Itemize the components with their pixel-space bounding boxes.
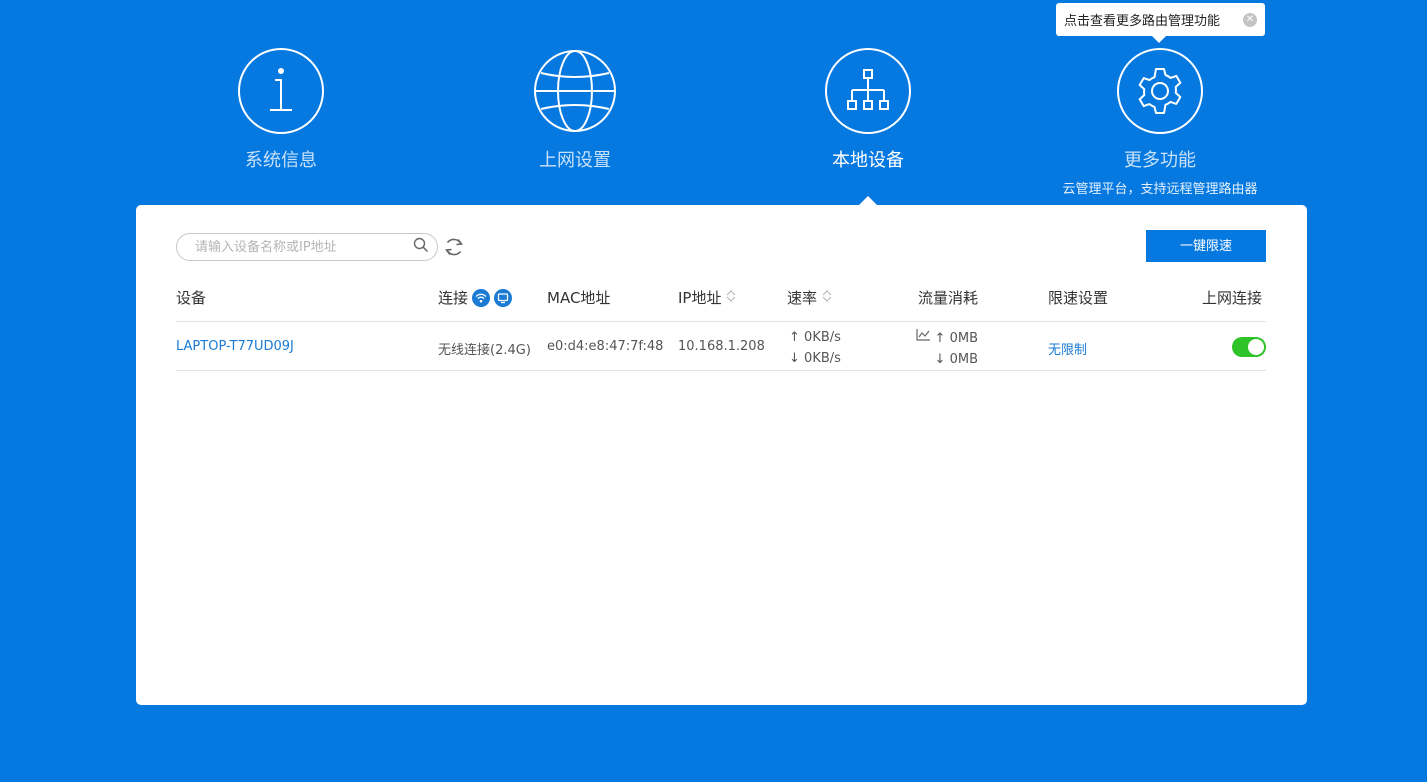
nav-internet-settings[interactable]: 上网设置 — [455, 48, 695, 172]
upload-arrow-icon: ↑ — [789, 330, 800, 345]
header-device: 设备 — [176, 289, 207, 307]
nav-label: 本地设备 — [832, 150, 904, 171]
traffic-down: 0MB — [949, 352, 978, 367]
nav-label: 更多功能 — [1124, 150, 1196, 171]
sort-icon[interactable] — [821, 288, 833, 308]
download-arrow-icon: ↓ — [789, 351, 800, 366]
header-traffic: 流量消耗 — [918, 289, 979, 307]
nav-label: 系统信息 — [245, 150, 317, 171]
rate-cell: ↑ 0KB/s ↓ 0KB/s — [789, 327, 841, 369]
rate-down: 0KB/s — [804, 351, 841, 366]
nav-system-info[interactable]: 系统信息 — [161, 48, 401, 172]
online-toggle[interactable] — [1232, 337, 1266, 357]
globe-icon — [532, 48, 618, 134]
wifi-filter-icon[interactable] — [472, 288, 491, 307]
close-circle-icon[interactable]: ✕ — [1243, 12, 1257, 27]
search-input[interactable] — [193, 238, 413, 256]
search-icon[interactable] — [413, 237, 429, 257]
sort-icon[interactable] — [725, 288, 737, 308]
refresh-icon[interactable] — [443, 236, 465, 258]
nav-local-devices[interactable]: 本地设备 — [748, 48, 988, 172]
download-arrow-icon: ↓ — [934, 352, 946, 367]
device-list-panel: 一键限速 设备 连接 MAC地址 IP地址 — [136, 205, 1307, 705]
more-features-tooltip: 点击查看更多路由管理功能 ✕ — [1056, 3, 1265, 43]
info-icon — [238, 48, 324, 134]
header-online: 上网连接 — [1202, 289, 1263, 307]
nav-sub-label: 云管理平台，支持远程管理路由器 — [1062, 182, 1258, 197]
connection-type: 无线连接(2.4G) — [438, 343, 531, 358]
mac-address: e0:d4:e8:47:7f:48 — [547, 339, 664, 354]
header-divider — [176, 321, 1266, 322]
traffic-cell: ↑ 0MB ↓ 0MB — [916, 327, 978, 370]
one-click-limit-button[interactable]: 一键限速 — [1146, 230, 1266, 262]
network-topology-icon — [825, 48, 911, 134]
nav-more-features[interactable]: 更多功能 云管理平台，支持远程管理路由器 — [1040, 48, 1280, 197]
header-ip[interactable]: IP地址 — [678, 287, 737, 308]
upload-arrow-icon: ↑ — [934, 331, 946, 346]
wired-filter-icon[interactable] — [494, 288, 513, 307]
rate-up: 0KB/s — [804, 330, 841, 345]
search-box — [176, 233, 438, 261]
gear-icon — [1117, 48, 1203, 134]
ip-address: 10.168.1.208 — [678, 339, 765, 354]
speed-limit-link[interactable]: 无限制 — [1048, 339, 1087, 358]
header-limit: 限速设置 — [1048, 289, 1109, 307]
nav-label: 上网设置 — [539, 150, 611, 171]
row-divider — [176, 370, 1266, 371]
header-rate[interactable]: 速率 — [787, 287, 833, 308]
tooltip-text: 点击查看更多路由管理功能 — [1064, 14, 1221, 29]
traffic-chart-icon[interactable] — [916, 327, 931, 348]
traffic-up: 0MB — [949, 331, 978, 346]
header-mac: MAC地址 — [547, 289, 611, 307]
active-tab-pointer — [859, 196, 877, 205]
header-connection: 连接 — [438, 287, 513, 308]
device-name-link[interactable]: LAPTOP-T77UD09J — [176, 339, 294, 354]
